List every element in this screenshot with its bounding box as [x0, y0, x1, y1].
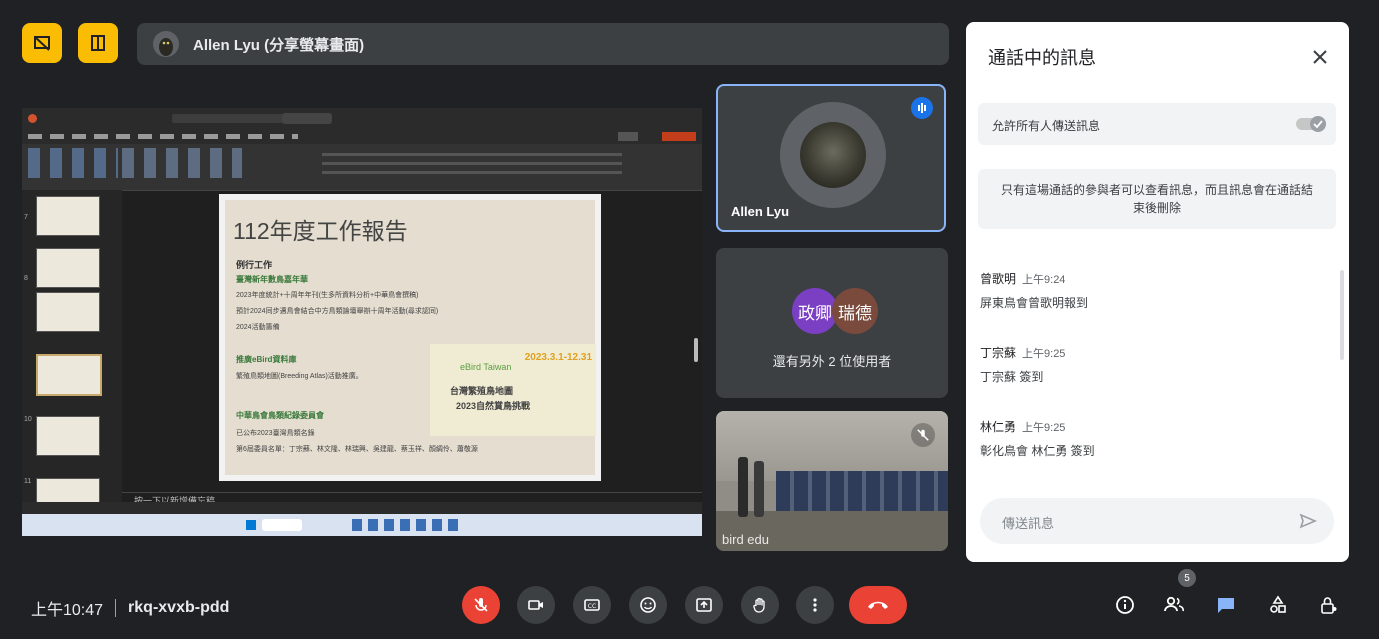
allow-messages-toggle[interactable] [1296, 116, 1326, 132]
slide-thumbnails[interactable]: 7 8 10 11 [22, 190, 122, 518]
avatar: 瑞德 [832, 288, 878, 334]
mic-toggle-button[interactable] [462, 586, 500, 624]
people-count-badge: 5 [1178, 569, 1196, 587]
layout-icon[interactable] [78, 23, 118, 63]
slide-bullet: 第6屆委員名單：丁宗蘇、林文隆、林瑞興、吳建龍、蔡玉祥、顏綢伶、蕭敬源 [236, 446, 478, 453]
ebird-line1: 台灣繁殖鳥地圖 [450, 386, 514, 396]
slide-section-2: 推廣eBird資料庫 [236, 355, 297, 364]
participant-name: Allen Lyu [731, 204, 790, 219]
participant-tile-allen[interactable]: Allen Lyu [716, 84, 946, 232]
people-button[interactable] [1162, 593, 1186, 617]
meeting-code: rkq-xvxb-pdd [128, 599, 230, 616]
hang-up-icon [868, 601, 888, 609]
svg-text:CC: CC [588, 603, 596, 610]
chat-title: 通話中的訊息 [988, 48, 1096, 68]
avatar [800, 122, 866, 188]
ppt-menu-bar [22, 130, 702, 144]
more-options-button[interactable] [796, 586, 834, 624]
slide-section-3: 中華鳥會鳥類紀錄委員會 [236, 411, 324, 420]
slide-scrollbar[interactable] [694, 338, 698, 362]
allow-messages-label: 允許所有人傳送訊息 [992, 119, 1101, 133]
send-icon[interactable] [1298, 511, 1318, 531]
activities-icon [1270, 595, 1286, 613]
more-participants-label: 還有另外 2 位使用者 [772, 354, 892, 369]
slide-thumbnail[interactable] [36, 248, 100, 288]
meeting-meta: 上午10:47 rkq-xvxb-pdd [31, 596, 229, 620]
slide-thumbnail[interactable] [36, 416, 100, 456]
slide-thumbnail-selected[interactable] [36, 354, 102, 396]
chat-button[interactable] [1214, 593, 1238, 617]
ebird-line2: 2023自然賞鳥挑戰 [456, 401, 531, 411]
camera-icon [528, 600, 543, 610]
participant-tile-room[interactable]: bird edu [716, 411, 948, 551]
meeting-info-button[interactable] [1113, 593, 1137, 617]
slide-bullet: 2023年度統計+十周年年刊(生多所資料分析+中華鳥會撰稿) [236, 292, 419, 299]
participant-name: bird edu [722, 532, 769, 547]
windows-taskbar [22, 514, 702, 536]
ppt-status-bar [22, 502, 702, 514]
info-icon [1116, 596, 1134, 614]
participant-tile-others[interactable]: 政卿 瑞德 還有另外 2 位使用者 [716, 248, 948, 398]
reactions-button[interactable] [629, 586, 667, 624]
captions-icon: CC [584, 599, 600, 611]
presenter-banner: Allen Lyu (分享螢幕畫面) [137, 23, 949, 65]
slide-bullet: 繁殖鳥類地圖(Breeding Atlas)活動推廣。 [236, 373, 363, 380]
activities-button[interactable] [1266, 593, 1290, 617]
lock-person-icon [1321, 597, 1337, 614]
slide-heading: 例行工作 [236, 260, 273, 270]
slide-thumbnail[interactable] [36, 292, 100, 332]
chat-message: 丁宗蘇 上午9:25 丁宗蘇 簽到 [980, 346, 1066, 384]
chat-scrollbar[interactable] [1340, 270, 1344, 360]
slide-bullet: 預計2024同步邁鳥會結合中方鳥類論壇舉辦十周年活動(尋求認同) [236, 308, 439, 315]
present-screen-icon [696, 598, 712, 612]
mic-off-icon [474, 598, 488, 612]
slide-section-1: 臺灣新年數鳥嘉年華 [236, 275, 308, 284]
ppt-title-bar [22, 108, 702, 130]
camera-toggle-button[interactable] [517, 586, 555, 624]
slide-canvas: 112年度工作報告 例行工作 臺灣新年數鳥嘉年華 2023年度統計+十周年年刊(… [219, 194, 601, 481]
more-vert-icon [813, 598, 817, 612]
slide-bullet: 2024活動籌備 [236, 324, 280, 331]
message-input[interactable]: 傳送訊息 [980, 498, 1334, 544]
speaking-indicator-icon [911, 97, 933, 119]
chat-panel: 通話中的訊息 允許所有人傳送訊息 只有這場通話的參與者可以查看訊息，而且訊息會在… [966, 22, 1349, 562]
hand-icon [753, 597, 765, 613]
raise-hand-button[interactable] [741, 586, 779, 624]
people-icon [1164, 596, 1184, 612]
chat-message: 曾歌明 上午9:24 屏東鳥會曾歌明報到 [980, 272, 1089, 310]
chat-message: 林仁勇 上午9:25 彰化鳥會 林仁勇 簽到 [980, 420, 1095, 458]
presenter-name: Allen Lyu (分享螢幕畫面) [193, 36, 365, 54]
chat-icon [1218, 598, 1234, 613]
close-icon[interactable] [1310, 47, 1330, 67]
host-controls-button[interactable] [1317, 593, 1341, 617]
presenter-avatar [153, 31, 179, 57]
clock: 上午10:47 [31, 602, 104, 619]
present-button[interactable] [685, 586, 723, 624]
captions-button[interactable]: CC [573, 586, 611, 624]
mic-off-icon [911, 423, 935, 447]
ebird-brand: eBird Taiwan [460, 362, 512, 372]
screen-share-pin-icon[interactable] [22, 23, 62, 63]
slide-bullet: 已公布2023臺灣鳥類名錄 [236, 430, 315, 437]
ebird-dates: 2023.3.1-12.31 [524, 352, 592, 363]
allow-messages-row: 允許所有人傳送訊息 [978, 103, 1336, 145]
slide-thumbnail[interactable] [36, 196, 100, 236]
emoji-icon [640, 597, 656, 613]
ebird-promo-image: eBird Taiwan 2023.3.1-12.31 台灣繁殖鳥地圖 2023… [430, 344, 596, 436]
leave-call-button[interactable] [849, 586, 907, 624]
ppt-ribbon [22, 144, 702, 191]
message-placeholder: 傳送訊息 [1002, 516, 1055, 531]
slide-title: 112年度工作報告 [233, 218, 408, 244]
chat-info-notice: 只有這場通話的參與者可以查看訊息，而且訊息會在通話結束後刪除 [978, 169, 1336, 229]
shared-screen: 7 8 10 11 112年度工作報告 例行工作 臺灣新年數鳥嘉年華 2023年… [22, 108, 702, 536]
